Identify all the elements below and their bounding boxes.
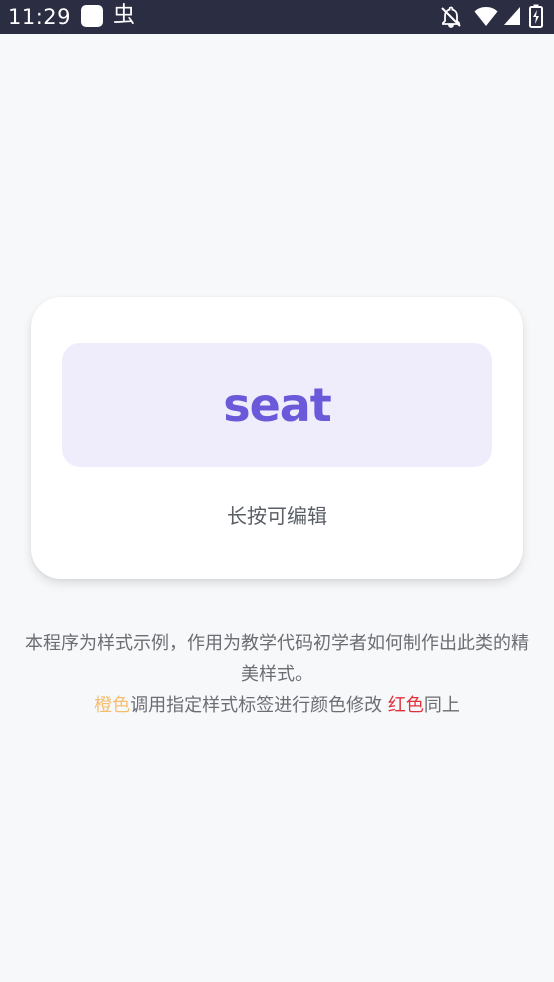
long-press-hint: 长按可编辑 [227, 504, 327, 528]
word-display[interactable]: seat [62, 343, 492, 467]
orange-label: 橙色 [94, 695, 131, 716]
notification-square-icon [81, 5, 103, 27]
end-text: 同上 [423, 695, 460, 716]
status-bar: 11:29 虫 [0, 0, 554, 34]
color-description-line: 橙色调用指定样式标签进行颜色修改 红色同上 [24, 690, 530, 721]
word-card[interactable]: seat 长按可编辑 [31, 297, 523, 579]
wifi-icon [474, 7, 498, 26]
middle-text: 调用指定样式标签进行颜色修改 [130, 695, 388, 716]
signal-icon [504, 7, 520, 25]
description: 本程序为样式示例，作用为教学代码初学者如何制作出此类的精美样式。 橙色调用指定样… [24, 628, 530, 721]
status-time: 11:29 [8, 5, 72, 29]
bug-icon: 虫 [113, 3, 136, 28]
description-line: 本程序为样式示例，作用为教学代码初学者如何制作出此类的精美样式。 [25, 633, 529, 685]
red-label: 红色 [387, 695, 424, 716]
battery-charging-icon [529, 4, 543, 28]
word-text: seat [223, 378, 332, 432]
notifications-off-icon [441, 6, 461, 28]
